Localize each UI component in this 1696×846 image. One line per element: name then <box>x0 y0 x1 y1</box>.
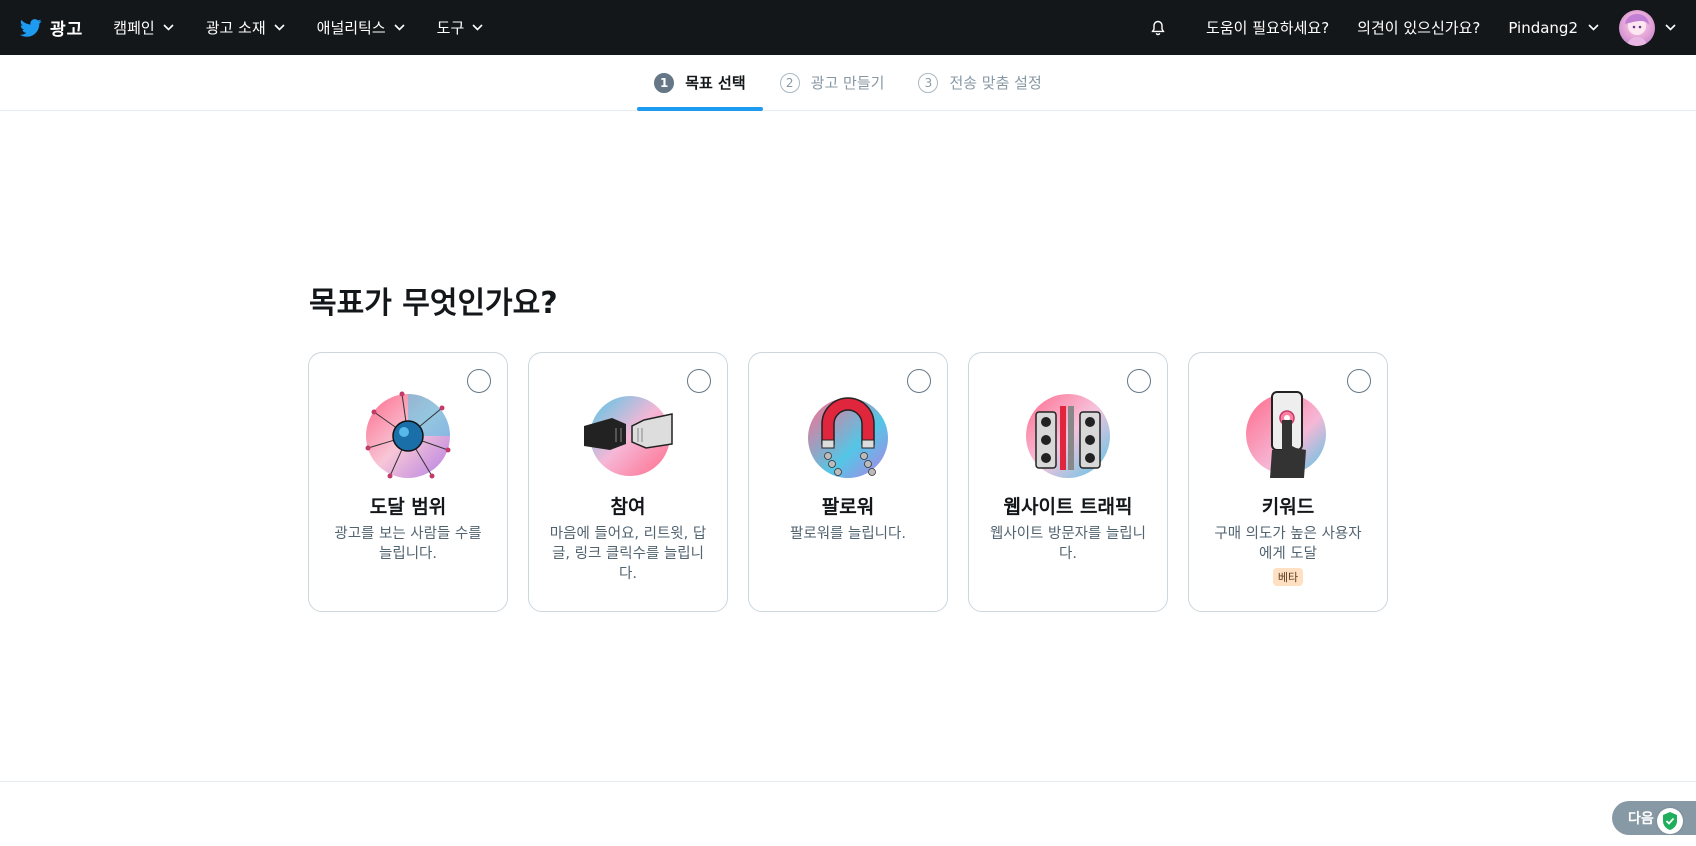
account-name: Pindang2 <box>1508 18 1578 37</box>
nav-tools-label: 도구 <box>436 19 465 37</box>
nav-right: 도움이 필요하세요? 의견이 있으신가요? Pindang2 <box>1150 9 1676 46</box>
nav-tools[interactable]: 도구 <box>437 17 484 38</box>
chevron-down-icon <box>163 24 174 31</box>
step-label: 목표 선택 <box>685 74 746 92</box>
top-navbar: 광고 캠페인 광고 소재 애널리틱스 도구 도움이 필요하세요? 의견이 있으신… <box>0 0 1696 55</box>
traffic-light-icon <box>1026 394 1110 478</box>
objective-cards: 도달 범위 광고를 보는 사람들 수를 늘립니다. 참여 마음에 들어요, 리트… <box>308 352 1408 612</box>
radio-button[interactable] <box>907 369 931 393</box>
objective-card-keyword[interactable]: 키워드 구매 의도가 높은 사용자에게 도달 베타 <box>1188 352 1388 612</box>
brand-logo[interactable]: 광고 <box>20 15 83 40</box>
avatar-image-icon <box>1625 13 1649 46</box>
chevron-down-icon <box>472 24 483 31</box>
step-label: 전송 맞춤 설정 <box>949 74 1042 92</box>
twitter-bird-icon <box>20 18 42 37</box>
reach-icon <box>365 391 451 479</box>
card-description: 구매 의도가 높은 사용자에게 도달 <box>1214 526 1362 562</box>
nav-creatives[interactable]: 광고 소재 <box>206 17 285 38</box>
card-title: 참여 <box>610 496 646 518</box>
avatar <box>1619 9 1655 46</box>
engagement-icon <box>584 396 673 476</box>
step-number: 3 <box>918 72 939 93</box>
main-menu: 캠페인 광고 소재 애널리틱스 도구 <box>113 17 515 38</box>
chevron-down-icon <box>274 24 285 31</box>
footer-bar: 다음 <box>0 781 1696 846</box>
card-title: 도달 범위 <box>369 496 447 518</box>
step-delivery[interactable]: 3 전송 맞춤 설정 <box>901 55 1058 111</box>
nav-campaigns-label: 캠페인 <box>113 19 155 37</box>
step-label: 광고 만들기 <box>810 74 885 92</box>
nav-analytics[interactable]: 애널리틱스 <box>317 17 405 38</box>
keyword-icon <box>1246 391 1326 478</box>
objective-card-website-traffic[interactable]: 웹사이트 트래픽 웹사이트 방문자를 늘립니다. <box>968 352 1168 612</box>
step-create-ad[interactable]: 2 광고 만들기 <box>763 55 902 111</box>
page-title: 목표가 무엇인가요? <box>309 286 558 321</box>
followers-icon <box>808 397 888 478</box>
bell-icon[interactable] <box>1150 20 1166 36</box>
radio-button[interactable] <box>1347 369 1371 393</box>
objective-card-engagement[interactable]: 참여 마음에 들어요, 리트윗, 답글, 링크 클릭수를 늘립니다. <box>528 352 728 612</box>
card-title: 웹사이트 트래픽 <box>1003 496 1133 518</box>
nav-analytics-label: 애널리틱스 <box>316 19 386 37</box>
radio-button[interactable] <box>467 369 491 393</box>
card-description: 마음에 들어요, 리트윗, 답글, 링크 클릭수를 늘립니다. <box>549 526 707 582</box>
card-description: 팔로워를 늘립니다. <box>790 526 906 542</box>
account-switcher[interactable]: Pindang2 <box>1508 19 1599 37</box>
radio-button[interactable] <box>687 369 711 393</box>
brand-label: 광고 <box>50 20 84 40</box>
objective-card-followers[interactable]: 팔로워 팔로워를 늘립니다. <box>748 352 948 612</box>
card-title: 팔로워 <box>821 496 875 518</box>
beta-badge: 베타 <box>1272 568 1304 586</box>
step-objective[interactable]: 1 목표 선택 <box>637 55 764 111</box>
avatar-menu[interactable] <box>1619 9 1676 46</box>
card-description: 웹사이트 방문자를 늘립니다. <box>990 526 1146 562</box>
chevron-down-icon <box>1665 24 1676 31</box>
radio-button[interactable] <box>1127 369 1151 393</box>
nav-creatives-label: 광고 소재 <box>205 19 266 37</box>
progress-stepper: 1 목표 선택 2 광고 만들기 3 전송 맞춤 설정 <box>0 55 1696 111</box>
shield-glyph-icon <box>1663 812 1677 830</box>
shield-check-icon[interactable] <box>1657 808 1683 834</box>
help-link[interactable]: 도움이 필요하세요? <box>1206 17 1329 38</box>
chevron-down-icon <box>394 24 405 31</box>
nav-campaigns[interactable]: 캠페인 <box>113 17 174 38</box>
card-title: 키워드 <box>1261 496 1315 518</box>
objective-card-reach[interactable]: 도달 범위 광고를 보는 사람들 수를 늘립니다. <box>308 352 508 612</box>
step-number: 2 <box>779 72 800 93</box>
chevron-down-icon <box>1588 24 1599 31</box>
step-number: 1 <box>654 72 675 93</box>
feedback-link[interactable]: 의견이 있으신가요? <box>1357 17 1480 38</box>
card-description: 광고를 보는 사람들 수를 늘립니다. <box>334 526 482 562</box>
next-button[interactable]: 다음 <box>1612 801 1696 835</box>
